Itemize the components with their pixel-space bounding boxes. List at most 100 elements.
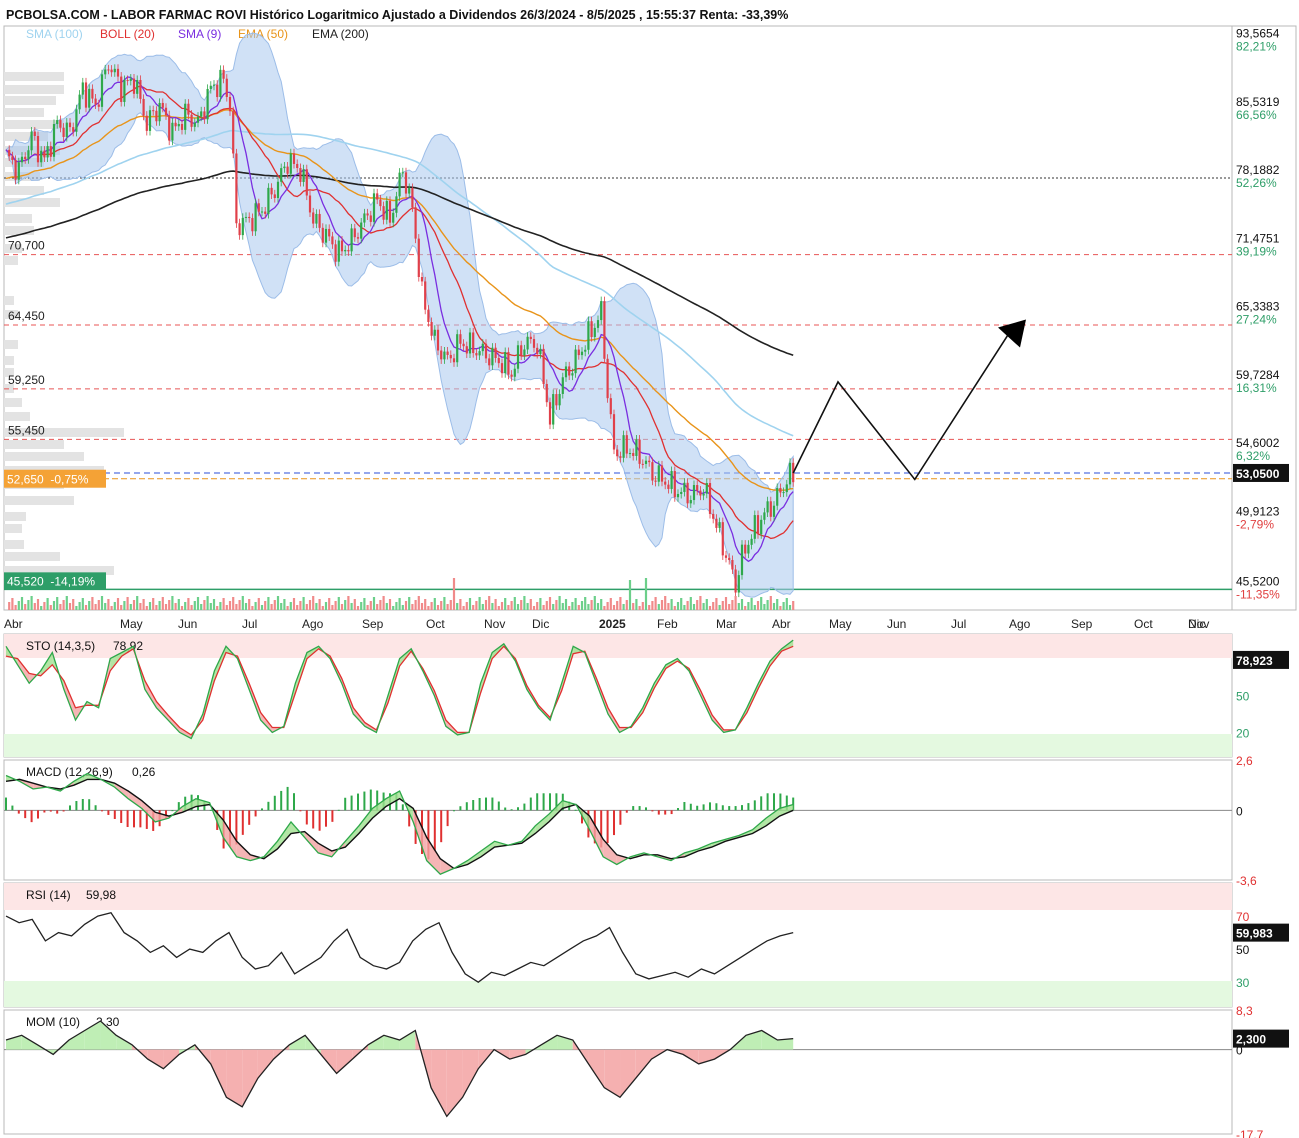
- volume-profile-bar: [4, 296, 14, 305]
- macd-histogram-bar: [209, 809, 212, 811]
- volume-bar: [72, 599, 75, 610]
- macd-histogram-bar: [81, 799, 84, 811]
- volume-bar: [427, 606, 430, 610]
- volume-bar: [337, 597, 340, 610]
- macd-histogram-bar: [24, 810, 27, 819]
- candle-body: [347, 249, 350, 252]
- candle-body: [289, 153, 292, 174]
- volume-bar: [680, 598, 683, 610]
- volume-bar: [56, 597, 59, 610]
- volume-bar: [510, 601, 513, 610]
- candle-body: [72, 127, 75, 132]
- volume-bar: [248, 599, 251, 610]
- volume-bar: [232, 597, 235, 610]
- candle-body: [708, 483, 712, 514]
- volume-bar: [14, 605, 17, 610]
- volume-bar: [110, 606, 113, 610]
- candle-body: [280, 168, 283, 182]
- price-axis-pct: 16,31%: [1236, 381, 1277, 395]
- candle-body: [68, 122, 72, 128]
- candle-body: [632, 453, 635, 456]
- volume-bar: [491, 603, 494, 610]
- macd-histogram-bar: [536, 793, 539, 811]
- volume-bar: [276, 596, 280, 610]
- candle-body: [62, 127, 65, 137]
- volume-bar: [552, 604, 555, 610]
- macd-histogram-bar: [734, 806, 737, 811]
- price-axis-label: 78,1882: [1236, 163, 1280, 177]
- candle-body: [190, 114, 193, 127]
- volume-bar: [648, 605, 651, 610]
- candle-body: [673, 471, 676, 498]
- sto-level-label: 20: [1236, 726, 1250, 740]
- volume-bar: [619, 597, 622, 610]
- macd-histogram-bar: [446, 810, 449, 827]
- candle-body: [536, 347, 539, 354]
- candle-body: [433, 329, 436, 336]
- volume-bar: [376, 604, 379, 610]
- volume-bar: [603, 606, 606, 610]
- candle-body: [558, 393, 561, 406]
- candle-body: [584, 349, 587, 352]
- candle-body: [24, 156, 27, 160]
- candle-body: [264, 211, 267, 214]
- volume-bar: [632, 603, 635, 610]
- candle-body: [225, 78, 228, 98]
- macd-histogram-bar: [625, 810, 628, 813]
- rsi-level-label: 50: [1236, 943, 1250, 957]
- macd-histogram-bar: [638, 806, 641, 811]
- volume-bar: [180, 606, 184, 610]
- macd-histogram-bar: [344, 797, 347, 811]
- volume-bar: [46, 598, 49, 610]
- candle-body: [404, 172, 408, 194]
- candle-body: [692, 485, 696, 501]
- candle-body: [219, 69, 222, 98]
- macd-histogram-bar: [120, 810, 123, 823]
- candle-body: [164, 107, 168, 116]
- macd-histogram-bar: [318, 810, 321, 831]
- volume-bar: [203, 600, 206, 610]
- macd-histogram-bar: [49, 810, 52, 812]
- volume-bar: [388, 599, 392, 610]
- candle-body: [385, 200, 388, 220]
- volume-bar: [369, 601, 372, 610]
- macd-histogram-bar: [37, 810, 39, 819]
- macd-histogram-bar: [171, 810, 174, 812]
- candle-body: [664, 481, 667, 485]
- candle-body: [638, 439, 641, 464]
- volume-bar: [196, 597, 200, 610]
- volume-profile-bar: [4, 524, 22, 533]
- volume-bar: [644, 578, 648, 610]
- volume-profile-bar: [4, 85, 64, 94]
- volume-bar: [350, 603, 353, 610]
- candle-body: [107, 69, 110, 71]
- candle-body: [36, 135, 40, 163]
- macd-histogram-bar: [101, 810, 103, 812]
- candle-body: [49, 146, 52, 157]
- volume-bar: [564, 599, 568, 610]
- macd-histogram-bar: [632, 806, 635, 811]
- candle-body: [760, 519, 763, 535]
- volume-bar: [401, 605, 404, 610]
- macd-histogram-bar: [747, 803, 750, 811]
- volume-bar: [187, 598, 190, 610]
- macd-axis-label: -3,6: [1236, 874, 1257, 888]
- volume-bar: [129, 604, 132, 610]
- volume-bar: [171, 596, 174, 610]
- candle-body: [312, 212, 315, 224]
- volume-bar: [606, 602, 609, 610]
- legend-item: SMA (100): [26, 27, 83, 41]
- candle-body: [376, 193, 379, 200]
- volume-bar: [456, 603, 459, 610]
- volume-bar: [612, 605, 616, 610]
- volume-bar: [100, 596, 104, 610]
- candle-body: [353, 228, 356, 238]
- volume-bar: [321, 606, 324, 610]
- volume-bar: [529, 599, 532, 610]
- candle-body: [209, 85, 212, 89]
- candle-body: [360, 222, 363, 239]
- macd-histogram-bar: [696, 805, 699, 811]
- candle-body: [756, 515, 760, 535]
- volume-bar: [372, 597, 376, 610]
- candle-body: [321, 227, 324, 243]
